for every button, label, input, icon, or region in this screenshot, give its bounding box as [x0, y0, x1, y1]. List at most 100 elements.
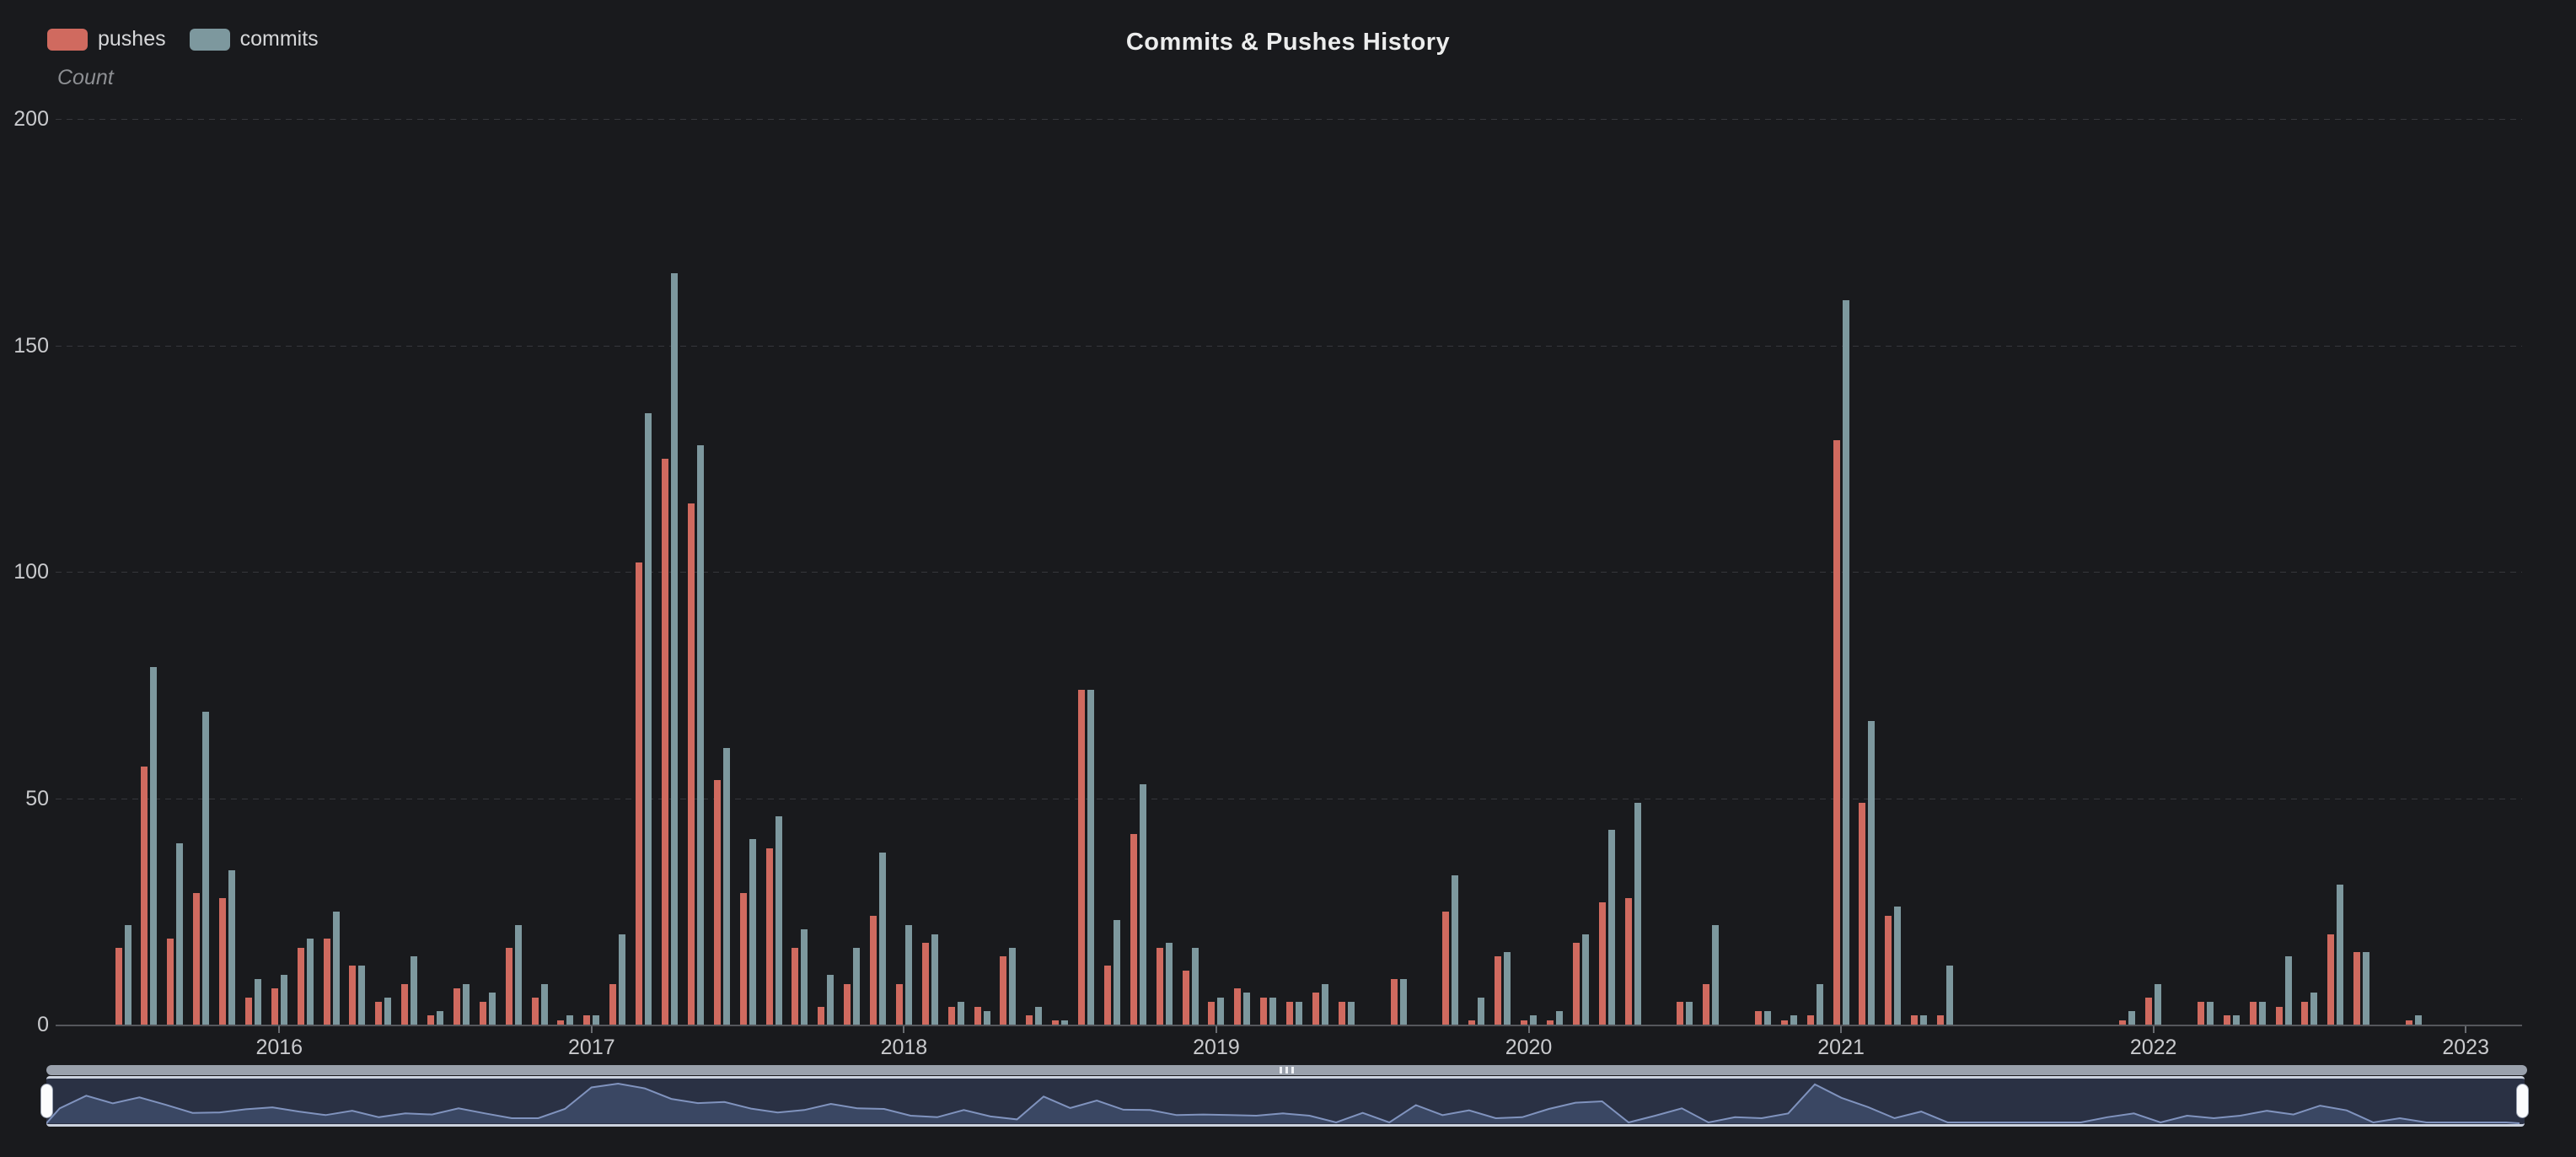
- bar-commits-2019-11[interactable]: [1478, 998, 1484, 1025]
- bar-commits-2021-05[interactable]: [1946, 966, 1953, 1025]
- bar-pushes-2022-06[interactable]: [2276, 1007, 2283, 1025]
- bar-commits-2016-04[interactable]: [358, 966, 365, 1025]
- bar-commits-2022-04[interactable]: [2233, 1015, 2240, 1025]
- bar-commits-2017-08[interactable]: [775, 816, 782, 1025]
- bar-commits-2019-08[interactable]: [1400, 979, 1407, 1025]
- bar-pushes-2022-04[interactable]: [2224, 1015, 2230, 1025]
- bar-pushes-2017-03[interactable]: [636, 562, 642, 1025]
- bar-commits-2017-05[interactable]: [697, 445, 704, 1025]
- bar-commits-2022-06[interactable]: [2285, 956, 2292, 1025]
- bar-pushes-2019-05[interactable]: [1312, 993, 1319, 1025]
- bar-commits-2018-11[interactable]: [1166, 943, 1173, 1025]
- bar-pushes-2017-04[interactable]: [662, 459, 668, 1025]
- bar-commits-2016-11[interactable]: [541, 984, 548, 1025]
- bar-pushes-2016-02[interactable]: [298, 948, 304, 1025]
- bar-pushes-2019-04[interactable]: [1286, 1002, 1293, 1025]
- bar-commits-2015-10[interactable]: [202, 712, 209, 1025]
- bar-pushes-2015-07[interactable]: [115, 948, 122, 1025]
- bar-commits-2018-12[interactable]: [1192, 948, 1199, 1025]
- bar-pushes-2016-04[interactable]: [349, 966, 356, 1025]
- bar-pushes-2021-04[interactable]: [1911, 1015, 1918, 1025]
- bar-pushes-2017-09[interactable]: [792, 948, 798, 1025]
- bar-pushes-2018-12[interactable]: [1183, 971, 1189, 1025]
- bar-pushes-2015-12[interactable]: [245, 998, 252, 1025]
- bar-commits-2019-05[interactable]: [1322, 984, 1328, 1025]
- bar-pushes-2016-01[interactable]: [271, 988, 278, 1025]
- bar-pushes-2019-11[interactable]: [1468, 1020, 1475, 1025]
- bar-commits-2022-05[interactable]: [2259, 1002, 2266, 1025]
- bar-pushes-2018-06[interactable]: [1026, 1015, 1033, 1025]
- bar-commits-2020-10[interactable]: [1764, 1011, 1771, 1025]
- bar-commits-2022-09[interactable]: [2363, 952, 2369, 1025]
- bar-pushes-2017-06[interactable]: [714, 780, 721, 1025]
- bar-pushes-2019-03[interactable]: [1260, 998, 1267, 1025]
- bar-commits-2018-02[interactable]: [931, 934, 938, 1025]
- bar-commits-2015-11[interactable]: [228, 870, 235, 1025]
- bar-pushes-2019-02[interactable]: [1234, 988, 1241, 1025]
- bar-commits-2018-04[interactable]: [984, 1011, 990, 1025]
- bar-pushes-2022-07[interactable]: [2301, 1002, 2308, 1025]
- bar-commits-2020-11[interactable]: [1790, 1015, 1797, 1025]
- bar-pushes-2018-08[interactable]: [1078, 690, 1085, 1025]
- bar-commits-2022-11[interactable]: [2415, 1015, 2422, 1025]
- bar-commits-2018-06[interactable]: [1035, 1007, 1042, 1025]
- bar-commits-2020-04[interactable]: [1608, 830, 1615, 1025]
- bar-commits-2020-08[interactable]: [1712, 925, 1719, 1025]
- bar-commits-2015-07[interactable]: [125, 925, 131, 1025]
- bar-pushes-2018-02[interactable]: [922, 943, 929, 1025]
- bar-commits-2022-01[interactable]: [2155, 984, 2161, 1025]
- bar-commits-2017-07[interactable]: [749, 839, 756, 1025]
- bar-pushes-2019-01[interactable]: [1208, 1002, 1215, 1025]
- bar-commits-2015-08[interactable]: [150, 667, 157, 1025]
- bar-pushes-2020-02[interactable]: [1547, 1020, 1554, 1025]
- bar-commits-2021-01[interactable]: [1843, 300, 1849, 1025]
- bar-pushes-2016-03[interactable]: [324, 939, 330, 1025]
- bar-pushes-2018-01[interactable]: [896, 984, 903, 1025]
- bar-pushes-2020-11[interactable]: [1781, 1020, 1788, 1025]
- bar-commits-2019-06[interactable]: [1348, 1002, 1355, 1025]
- bar-commits-2015-09[interactable]: [176, 843, 183, 1025]
- bar-pushes-2016-08[interactable]: [453, 988, 460, 1025]
- bar-pushes-2020-03[interactable]: [1573, 943, 1580, 1025]
- bar-pushes-2019-06[interactable]: [1339, 1002, 1345, 1025]
- bar-pushes-2018-05[interactable]: [1000, 956, 1006, 1025]
- bar-commits-2017-03[interactable]: [645, 413, 652, 1025]
- bar-commits-2017-10[interactable]: [827, 975, 834, 1025]
- bar-pushes-2020-12[interactable]: [1807, 1015, 1814, 1025]
- bar-pushes-2016-09[interactable]: [480, 1002, 486, 1025]
- bar-pushes-2018-10[interactable]: [1130, 834, 1137, 1025]
- bar-pushes-2017-01[interactable]: [583, 1015, 590, 1025]
- bar-pushes-2017-05[interactable]: [688, 503, 695, 1025]
- bar-commits-2015-12[interactable]: [255, 979, 261, 1025]
- bar-commits-2016-01[interactable]: [281, 975, 287, 1025]
- bar-commits-2018-05[interactable]: [1009, 948, 1016, 1025]
- bar-commits-2017-02[interactable]: [619, 934, 625, 1025]
- bar-commits-2016-09[interactable]: [489, 993, 496, 1025]
- bar-pushes-2017-08[interactable]: [766, 848, 773, 1025]
- bar-pushes-2020-04[interactable]: [1599, 902, 1606, 1025]
- bar-pushes-2017-12[interactable]: [870, 916, 877, 1025]
- bar-pushes-2022-09[interactable]: [2353, 952, 2360, 1025]
- bar-commits-2021-03[interactable]: [1894, 907, 1901, 1025]
- bar-pushes-2016-12[interactable]: [557, 1020, 564, 1025]
- bar-commits-2016-03[interactable]: [333, 912, 340, 1025]
- bar-pushes-2022-11[interactable]: [2406, 1020, 2412, 1025]
- datazoom-scrollbar[interactable]: [46, 1065, 2527, 1075]
- bar-commits-2017-09[interactable]: [801, 929, 808, 1025]
- legend-item-pushes[interactable]: pushes: [47, 27, 166, 51]
- bar-commits-2022-08[interactable]: [2337, 885, 2343, 1025]
- bar-pushes-2017-10[interactable]: [818, 1007, 824, 1025]
- bar-commits-2016-12[interactable]: [566, 1015, 573, 1025]
- bar-pushes-2020-01[interactable]: [1521, 1020, 1527, 1025]
- bar-pushes-2018-07[interactable]: [1052, 1020, 1059, 1025]
- bar-commits-2019-02[interactable]: [1243, 993, 1250, 1025]
- bar-pushes-2016-10[interactable]: [506, 948, 513, 1025]
- bar-commits-2019-12[interactable]: [1504, 952, 1511, 1025]
- bar-commits-2016-08[interactable]: [463, 984, 470, 1025]
- bar-pushes-2018-03[interactable]: [948, 1007, 955, 1025]
- bar-pushes-2021-12[interactable]: [2119, 1020, 2126, 1025]
- bar-commits-2018-10[interactable]: [1140, 784, 1146, 1025]
- bar-commits-2018-09[interactable]: [1114, 920, 1120, 1025]
- bar-commits-2018-03[interactable]: [958, 1002, 964, 1025]
- bar-commits-2022-07[interactable]: [2310, 993, 2317, 1025]
